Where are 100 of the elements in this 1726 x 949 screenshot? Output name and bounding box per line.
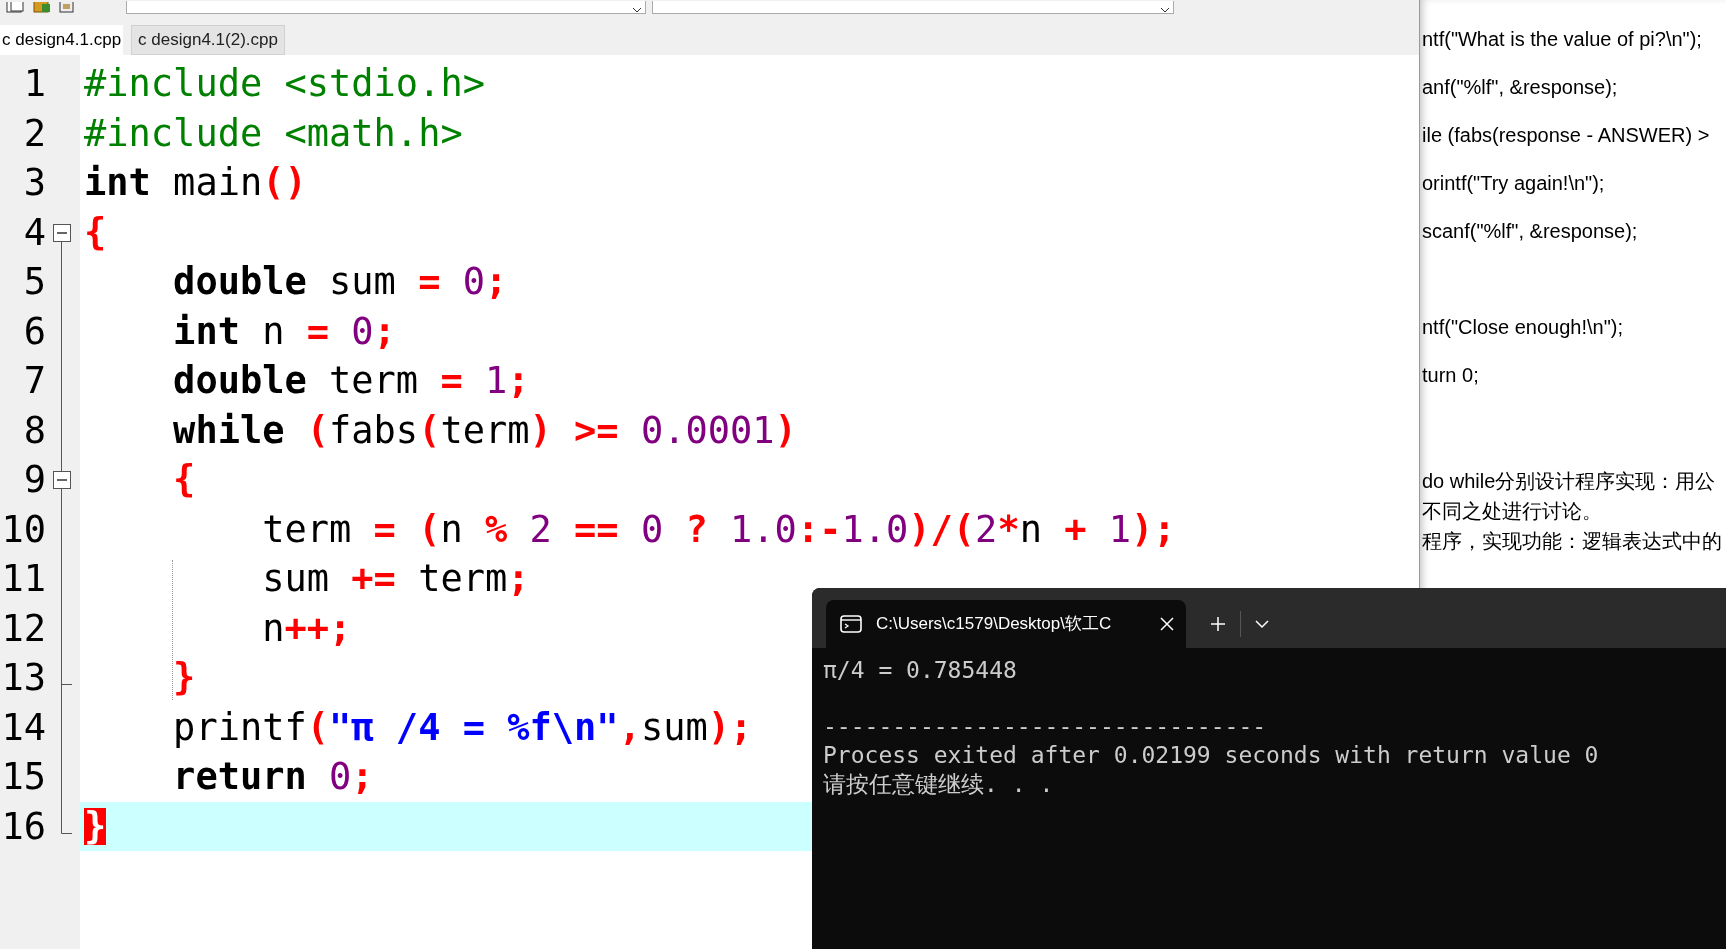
document-line: anf("%lf", &response); [1422,75,1619,100]
code-token: 1 [1107,510,1132,548]
line-number: 11 [0,560,46,598]
chevron-down-icon[interactable] [1255,619,1269,629]
code-token: term [417,560,508,598]
terminal-tab[interactable]: C:\Users\c1579\Desktop\软工C [826,600,1186,648]
terminal-icon [840,615,862,633]
code-token: term [440,411,530,449]
code-token: ( [418,411,441,449]
code-token: return [172,758,307,796]
document-line: do while分别设计程序实现：用公 [1422,469,1717,494]
file-tab[interactable]: c design4.1.cpp [0,25,124,55]
collapse-icon[interactable] [53,471,71,489]
code-token: ; [507,560,530,598]
line-number: 9 [22,461,46,499]
code-token: sum [328,263,397,301]
line-number: 13 [0,659,46,697]
document-line: ile (fabs(response - ANSWER) > [1422,123,1711,148]
code-token: = [418,263,441,301]
code-token: ); [1131,510,1176,548]
code-token: 0.0001 [639,411,775,449]
terminal-output-line: π/4 = 0.785448 [823,656,1017,685]
code-token: ++; [284,609,352,647]
code-token: )/( [908,510,976,548]
code-token: ; [351,758,374,796]
code-token: ; [507,362,530,400]
code-token: main [172,164,263,202]
code-token: n [1019,510,1043,548]
code-token: term [261,510,353,548]
line-number: 4 [22,213,46,251]
terminal-tab-title: C:\Users\c1579\Desktop\软工C [876,613,1113,636]
line-number: 15 [0,758,46,796]
dropdown-field[interactable] [652,1,1174,14]
code-token: 1 [483,362,508,400]
code-token: { [84,213,107,251]
caret-icon [1161,8,1169,13]
line-number: 2 [22,114,46,152]
file-tab[interactable]: c design4.1(2).cpp [131,25,285,55]
code-token: term [328,362,420,400]
terminal-output-line: 请按任意键继续. . . [823,770,1054,799]
code-token: = [440,362,463,400]
line-number: 12 [0,609,46,647]
document-line: scanf("%lf", &response); [1422,219,1639,244]
code-token: ; [485,263,508,301]
collapse-icon[interactable] [53,223,71,242]
line-number: 1 [22,65,46,103]
line-number: 7 [22,362,46,400]
code-token: 0 [350,312,374,350]
line-number: 6 [22,312,46,350]
code-token: n [440,510,464,548]
code-token: % [485,510,508,548]
document-line: orintf("Try again!\n"); [1422,171,1606,196]
close-icon[interactable] [1160,617,1174,631]
code-token: ) [774,411,797,449]
dropdown-field[interactable] [126,1,646,14]
caret-icon [633,8,641,13]
line-number: 16 [0,807,46,845]
code-token: += [351,560,396,598]
terminal-output-line: Process exited after 0.02199 seconds with return value 0 [823,741,1599,770]
code-token: #include <math.h> [84,114,463,152]
line-number: 10 [0,510,46,548]
new-tab-icon[interactable] [1210,616,1226,632]
folder-icon[interactable] [30,2,52,14]
code-token: , [618,708,641,746]
copy-icon[interactable] [4,2,26,14]
line-number: 8 [22,411,46,449]
code-token: 1.0 [841,510,909,548]
code-token: n [261,609,285,647]
terminal-output-line: -------------------------------- [823,712,1267,741]
code-token: { [172,461,196,499]
document-line: 不同之处进行讨论。 [1422,499,1603,524]
code-token: n [261,312,286,350]
code-token: ) >= [529,411,619,449]
code-token: sum [261,560,331,598]
document-line: ntf("Close enough!\n"); [1422,315,1624,340]
code-token: while [172,411,285,449]
code-token: == [574,510,619,548]
code-token: 2 [975,510,998,548]
code-token: int [172,312,240,350]
code-token: 1.0 [729,510,797,548]
code-token: 0 [328,758,352,796]
code-token: 0 [639,510,665,548]
code-token: double [172,263,307,301]
code-token: * [997,510,1020,548]
code-token: #include <stdio.h> [84,65,485,103]
line-number: 5 [22,263,46,301]
code-token: () [262,164,307,202]
code-token: } [84,807,107,845]
code-token: ; [373,312,396,350]
code-token: = ( [373,510,441,548]
code-token: ( [306,708,330,746]
code-token: "π /4 = %f\n" [329,708,619,746]
code-token: 0 [461,263,485,301]
code-token: + [1064,510,1087,548]
code-token: fabs [329,411,419,449]
code-token: int [84,164,151,202]
code-token: ( [305,411,330,449]
code-token: 2 [528,510,553,548]
line-number: 14 [0,708,46,746]
document-line: turn 0; [1422,363,1480,388]
